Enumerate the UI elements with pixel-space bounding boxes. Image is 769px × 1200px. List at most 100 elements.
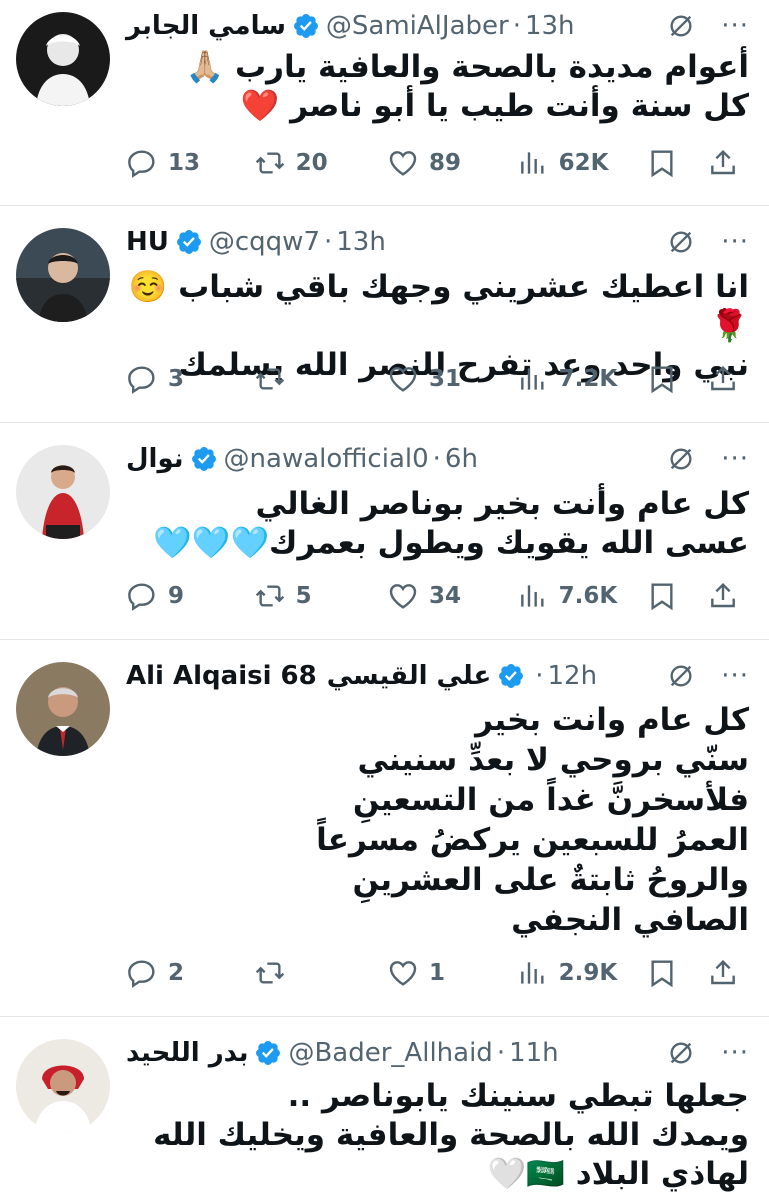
bookmark-button[interactable] bbox=[646, 580, 707, 612]
share-icon bbox=[707, 363, 739, 395]
retweet-icon bbox=[254, 957, 286, 989]
view-count: 62K bbox=[558, 150, 609, 176]
author-name[interactable]: نوال bbox=[126, 444, 184, 474]
timestamp[interactable]: 12h bbox=[548, 661, 598, 691]
tweet[interactable]: سامي الجابر @SamiAlJaber · 13h ··· أعوام… bbox=[0, 0, 769, 206]
tweet[interactable]: بدر اللحيد @Bader_Allhaid · 11h ··· جعله… bbox=[0, 1017, 769, 1200]
avatar[interactable] bbox=[16, 228, 110, 322]
separator-dot: · bbox=[323, 227, 333, 257]
views-button[interactable]: 7.2K bbox=[517, 363, 647, 395]
author-handle[interactable]: @SamiAlJaber bbox=[326, 11, 509, 41]
grok-icon[interactable] bbox=[667, 12, 695, 40]
views-button[interactable]: 62K bbox=[517, 147, 647, 179]
reply-button[interactable]: 9 bbox=[126, 580, 254, 612]
author-handle[interactable]: @nawalofficial0 bbox=[224, 444, 429, 474]
avatar[interactable] bbox=[16, 12, 110, 106]
avatar[interactable] bbox=[16, 662, 110, 756]
like-icon bbox=[387, 957, 419, 989]
author-handle[interactable]: @Bader_Allhaid bbox=[288, 1038, 492, 1068]
reply-icon bbox=[126, 580, 158, 612]
author-handle[interactable]: @cqqw7 bbox=[209, 227, 320, 257]
like-count: 34 bbox=[429, 583, 462, 609]
author-name[interactable]: علي القيسي bbox=[327, 661, 492, 691]
bookmark-button[interactable] bbox=[646, 957, 707, 989]
retweet-icon bbox=[254, 580, 286, 612]
more-icon[interactable]: ··· bbox=[721, 12, 749, 40]
share-button[interactable] bbox=[707, 957, 749, 989]
tweet-header: Ali Alqaisi 68 علي القيسي · 12h ··· bbox=[126, 656, 749, 696]
views-button[interactable]: 2.9K bbox=[517, 957, 647, 989]
timestamp[interactable]: 13h bbox=[336, 227, 386, 257]
tweet[interactable]: HU @cqqw7 · 13h ··· انا اعطيك عشريني وجه… bbox=[0, 206, 769, 423]
avatar[interactable] bbox=[16, 445, 110, 539]
reply-icon bbox=[126, 363, 158, 395]
share-button[interactable] bbox=[707, 147, 749, 179]
retweet-count: 5 bbox=[295, 583, 312, 609]
more-icon[interactable]: ··· bbox=[721, 445, 749, 473]
reply-count: 3 bbox=[168, 366, 185, 392]
separator-dot: · bbox=[512, 11, 521, 41]
retweet-icon bbox=[254, 363, 286, 395]
grok-icon[interactable] bbox=[667, 662, 695, 690]
grok-icon[interactable] bbox=[667, 1039, 695, 1067]
tweet[interactable]: نوال @nawalofficial0 · 6h ··· كل عام وأن… bbox=[0, 423, 769, 640]
grok-icon[interactable] bbox=[667, 228, 695, 256]
retweet-icon bbox=[254, 147, 286, 179]
author-name[interactable]: سامي الجابر bbox=[126, 11, 286, 41]
more-icon[interactable]: ··· bbox=[721, 228, 749, 256]
like-button[interactable]: 1 bbox=[387, 957, 517, 989]
retweet-button[interactable]: 5 bbox=[254, 580, 387, 612]
more-icon[interactable]: ··· bbox=[721, 1039, 749, 1067]
views-icon bbox=[517, 147, 549, 179]
tweet-text: جعلها تبطي سنينك يابوناصر .. ويمدك الله … bbox=[153, 1078, 749, 1192]
retweet-button[interactable] bbox=[254, 957, 387, 989]
share-icon bbox=[707, 957, 739, 989]
bookmark-icon bbox=[646, 147, 678, 179]
reply-button[interactable]: 13 bbox=[126, 147, 254, 179]
like-button[interactable]: 89 bbox=[387, 147, 517, 179]
reply-button[interactable]: 2 bbox=[126, 957, 254, 989]
timestamp[interactable]: 6h bbox=[445, 444, 478, 474]
like-count: 89 bbox=[429, 150, 462, 176]
tweet[interactable]: Ali Alqaisi 68 علي القيسي · 12h ··· كل ع… bbox=[0, 640, 769, 1017]
like-count: 1 bbox=[429, 960, 446, 986]
reply-button[interactable]: 3 bbox=[126, 363, 254, 395]
like-icon bbox=[387, 580, 419, 612]
tweet-header: سامي الجابر @SamiAlJaber · 13h ··· bbox=[126, 6, 749, 46]
retweet-button[interactable] bbox=[254, 363, 387, 395]
views-icon bbox=[517, 957, 549, 989]
verified-badge-icon bbox=[175, 228, 203, 256]
tweet-header: نوال @nawalofficial0 · 6h ··· bbox=[126, 439, 749, 479]
verified-badge-icon bbox=[292, 12, 320, 40]
more-icon[interactable]: ··· bbox=[721, 662, 749, 690]
grok-icon[interactable] bbox=[667, 445, 695, 473]
share-icon bbox=[707, 580, 739, 612]
share-button[interactable] bbox=[707, 580, 749, 612]
bookmark-button[interactable] bbox=[646, 147, 707, 179]
like-button[interactable]: 31 bbox=[387, 363, 517, 395]
views-icon bbox=[517, 580, 549, 612]
views-button[interactable]: 7.6K bbox=[517, 580, 647, 612]
verified-badge-icon bbox=[497, 662, 525, 690]
like-icon bbox=[387, 147, 419, 179]
verified-badge-icon bbox=[190, 445, 218, 473]
reply-count: 2 bbox=[168, 960, 185, 986]
tweet-text: كل عام وانت بخير سنّي بروحي لا بعدِّ سني… bbox=[316, 702, 749, 938]
bookmark-button[interactable] bbox=[646, 363, 707, 395]
view-count: 7.2K bbox=[558, 366, 618, 392]
avatar[interactable] bbox=[16, 1039, 110, 1133]
view-count: 7.6K bbox=[558, 583, 618, 609]
reply-count: 13 bbox=[168, 150, 201, 176]
action-bar: 3 31 7.2K bbox=[126, 359, 749, 399]
like-button[interactable]: 34 bbox=[387, 580, 517, 612]
author-name[interactable]: HU bbox=[126, 227, 169, 257]
retweet-count: 20 bbox=[295, 150, 328, 176]
share-button[interactable] bbox=[707, 363, 749, 395]
timestamp[interactable]: 11h bbox=[509, 1038, 559, 1068]
retweet-button[interactable]: 20 bbox=[254, 147, 387, 179]
timestamp[interactable]: 13h bbox=[525, 11, 575, 41]
reply-icon bbox=[126, 957, 158, 989]
author-name[interactable]: بدر اللحيد bbox=[126, 1038, 248, 1068]
tweet-text: كل عام وأنت بخير بوناصر الغالي عسى الله … bbox=[153, 486, 749, 561]
author-handle[interactable]: Ali Alqaisi 68 bbox=[126, 661, 317, 691]
